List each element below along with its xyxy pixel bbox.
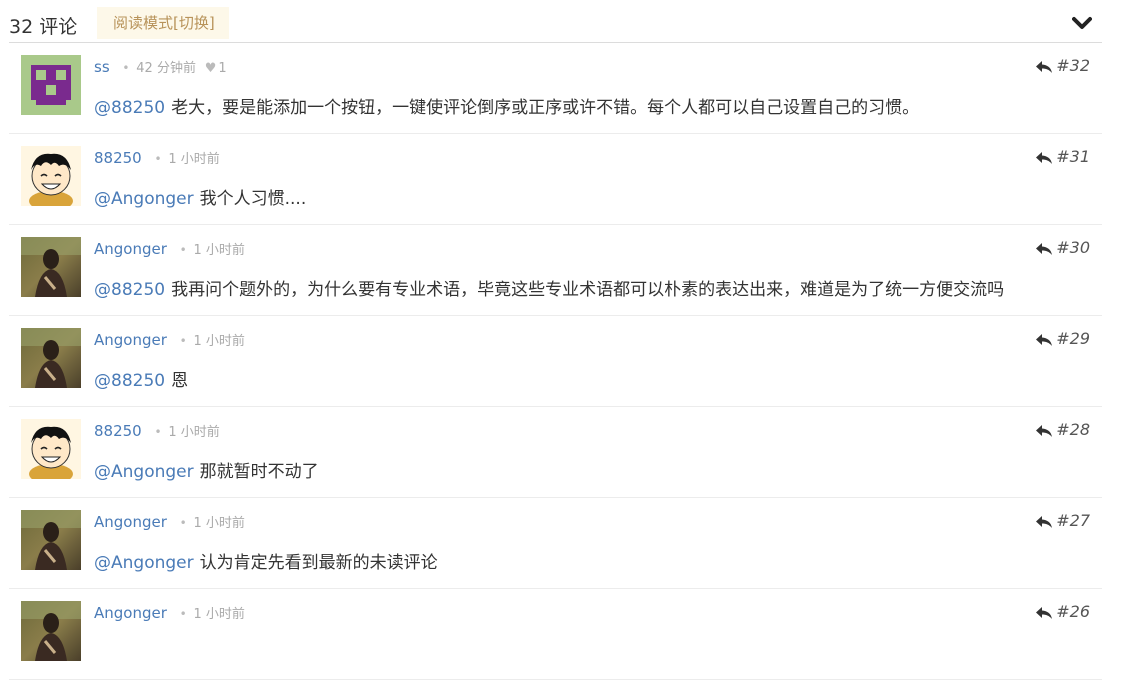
comment-number: #27: [1056, 511, 1090, 530]
comments-header: 32 评论 阅读模式[切换]: [9, 4, 1102, 43]
comment-author[interactable]: 88250: [94, 422, 142, 440]
avatar-image: [21, 146, 81, 206]
comment-time: 1 小时前: [193, 243, 245, 258]
comment-text: 我个人习惯....: [199, 189, 307, 209]
comment-item: Angonger • 1 小时前 @88250 我再问个题外的，为什么要有专业术语…: [9, 225, 1102, 316]
comment-meta: ss • 42 分钟前 ♥ 1: [94, 57, 227, 79]
avatar[interactable]: [21, 237, 81, 297]
like-count: 1: [218, 61, 227, 76]
avatar-image: [21, 55, 81, 115]
reply-button[interactable]: #26: [1035, 602, 1090, 621]
comment-text: 认为肯定先看到最新的未读评论: [199, 553, 438, 573]
avatar-image: [21, 510, 81, 570]
comment-body: @Angonger 认为肯定先看到最新的未读评论: [94, 552, 438, 574]
comment-body: @88250 老大，要是能添加一个按钮，一键使评论倒序或正序或许不错。每个人都可以…: [94, 97, 919, 119]
reply-button[interactable]: #27: [1035, 511, 1090, 530]
comment-number: #28: [1056, 420, 1090, 439]
comment-text: 恩: [171, 371, 189, 391]
comment-author[interactable]: Angonger: [94, 604, 167, 622]
avatar-image: [21, 419, 81, 479]
comment-body: [94, 643, 100, 665]
comment-mention[interactable]: @Angonger: [94, 189, 194, 209]
comment-number: #31: [1056, 147, 1090, 166]
comment-item: 88250 • 1 小时前 @Angonger 我个人习惯.... #31: [9, 134, 1102, 225]
comment-text: 我再问个题外的，为什么要有专业术语，毕竟这些专业术语都可以朴素的表达出来，难道是…: [171, 280, 1005, 300]
avatar[interactable]: [21, 510, 81, 570]
reply-button[interactable]: #32: [1035, 56, 1090, 75]
avatar-image: [21, 237, 81, 297]
comment-meta: 88250 • 1 小时前: [94, 421, 220, 443]
comment-number: #30: [1056, 238, 1090, 257]
avatar-image: [21, 601, 81, 661]
comment-body: @Angonger 我个人习惯....: [94, 188, 306, 210]
heart-icon[interactable]: ♥: [205, 61, 217, 76]
separator-dot: •: [179, 607, 187, 621]
comment-number: #29: [1056, 329, 1090, 348]
reply-icon: [1036, 516, 1053, 528]
comment-body: @Angonger 那就暂时不动了: [94, 461, 319, 483]
comment-mention[interactable]: @88250: [94, 371, 165, 391]
reply-icon: [1036, 243, 1053, 255]
comment-time: 1 小时前: [168, 425, 220, 440]
comment-mention[interactable]: @Angonger: [94, 462, 194, 482]
reply-button[interactable]: #30: [1035, 238, 1090, 257]
avatar-image: [21, 328, 81, 388]
reply-icon: [1036, 152, 1053, 164]
read-mode-toggle[interactable]: 阅读模式[切换]: [97, 7, 229, 39]
comment-time: 42 分钟前: [136, 61, 196, 76]
avatar[interactable]: [21, 55, 81, 115]
comment-number: #26: [1056, 602, 1090, 621]
chevron-down-icon[interactable]: [1072, 16, 1092, 32]
comment-number: #32: [1056, 56, 1090, 75]
comment-body: @88250 我再问个题外的，为什么要有专业术语，毕竟这些专业术语都可以朴素的表达…: [94, 279, 1004, 301]
comment-meta: Angonger • 1 小时前: [94, 330, 245, 352]
comment-count: 32 评论: [9, 16, 78, 38]
comment-author[interactable]: Angonger: [94, 240, 167, 258]
reply-icon: [1036, 61, 1053, 73]
separator-dot: •: [154, 425, 162, 439]
comment-time: 1 小时前: [193, 516, 245, 531]
separator-dot: •: [179, 334, 187, 348]
comment-author[interactable]: Angonger: [94, 513, 167, 531]
comment-body: @88250 恩: [94, 370, 188, 392]
comment-author[interactable]: ss: [94, 58, 110, 76]
avatar[interactable]: [21, 419, 81, 479]
comment-mention[interactable]: @88250: [94, 280, 165, 300]
comment-item: Angonger • 1 小时前 @88250 恩 #29: [9, 316, 1102, 407]
reply-button[interactable]: #29: [1035, 329, 1090, 348]
comment-item: Angonger • 1 小时前 @Angonger 认为肯定先看到最新的未读评论…: [9, 498, 1102, 589]
comment-meta: 88250 • 1 小时前: [94, 148, 220, 170]
comment-meta: Angonger • 1 小时前: [94, 512, 245, 534]
comment-author[interactable]: 88250: [94, 149, 142, 167]
comment-meta: Angonger • 1 小时前: [94, 239, 245, 261]
separator-dot: •: [122, 61, 130, 75]
comment-mention[interactable]: @88250: [94, 98, 165, 118]
avatar[interactable]: [21, 328, 81, 388]
comment-author[interactable]: Angonger: [94, 331, 167, 349]
reply-icon: [1036, 334, 1053, 346]
comment-meta: Angonger • 1 小时前: [94, 603, 245, 625]
avatar[interactable]: [21, 146, 81, 206]
comment-item: ss • 42 分钟前 ♥ 1 @88250 老大，要是能添加一个按钮，一键使评论倒…: [9, 43, 1102, 134]
separator-dot: •: [179, 516, 187, 530]
comment-time: 1 小时前: [168, 152, 220, 167]
reply-button[interactable]: #28: [1035, 420, 1090, 439]
comment-text: 那就暂时不动了: [199, 462, 319, 482]
comment-text: 老大，要是能添加一个按钮，一键使评论倒序或正序或许不错。每个人都可以自己设置自己…: [171, 98, 920, 118]
comment-mention[interactable]: @Angonger: [94, 553, 194, 573]
separator-dot: •: [179, 243, 187, 257]
comment-time: 1 小时前: [193, 607, 245, 622]
separator-dot: •: [154, 152, 162, 166]
comment-item: 88250 • 1 小时前 @Angonger 那就暂时不动了 #28: [9, 407, 1102, 498]
avatar[interactable]: [21, 601, 81, 661]
reply-button[interactable]: #31: [1035, 147, 1090, 166]
comment-list: ss • 42 分钟前 ♥ 1 @88250 老大，要是能添加一个按钮，一键使评论倒…: [9, 43, 1102, 680]
reply-icon: [1036, 425, 1053, 437]
comment-time: 1 小时前: [193, 334, 245, 349]
reply-icon: [1036, 607, 1053, 619]
